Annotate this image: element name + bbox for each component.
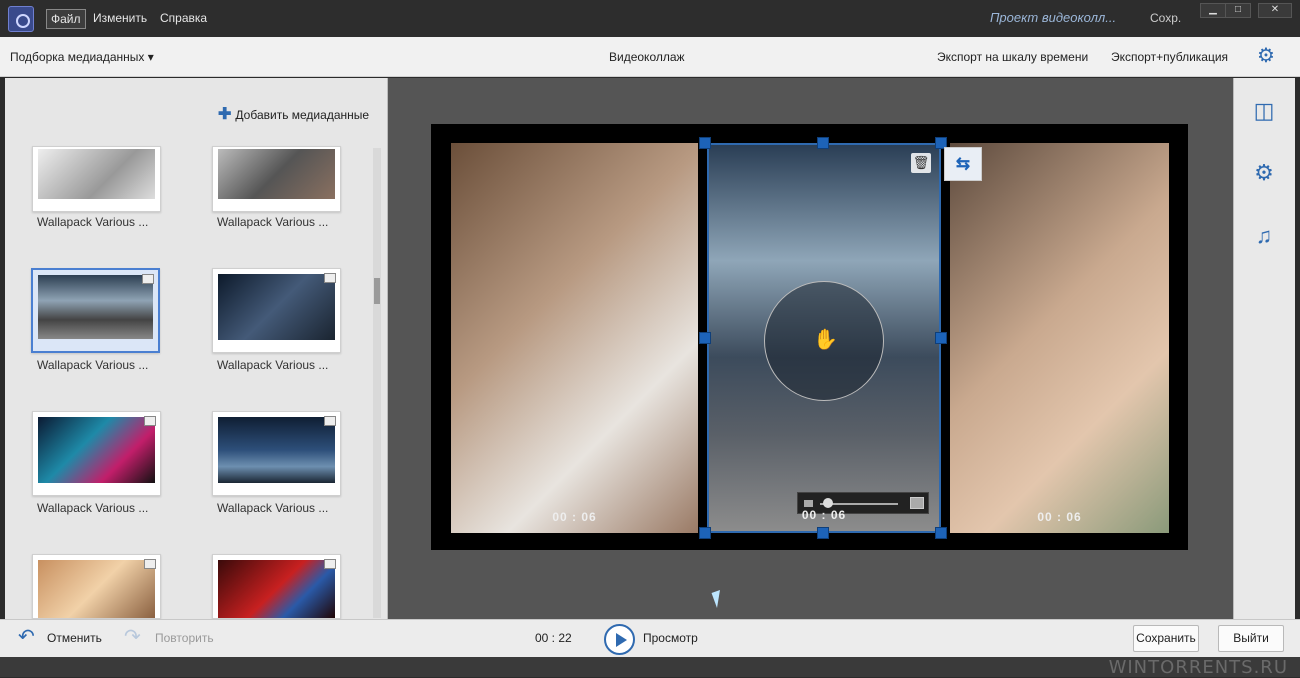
footer-strip: WINTORRENTS.RU [0, 657, 1300, 678]
save-button[interactable]: Сохранить [1133, 625, 1199, 652]
resize-handle[interactable] [817, 527, 829, 539]
media-thumb-label: Wallapack Various ... [37, 215, 149, 229]
title-bar: Файл Изменить Справка Проект видеоколл..… [0, 0, 1300, 37]
undo-button[interactable]: Отменить [47, 631, 102, 645]
collage-stage: 00 : 06 🗑 ✋ 00 : 06 00 : 06 ⇆ [388, 78, 1233, 619]
video-badge-icon [324, 273, 336, 283]
media-thumb-label: Wallapack Various ... [37, 358, 149, 372]
media-thumb-label: Wallapack Various ... [217, 501, 329, 515]
undo-icon[interactable]: ↶ [18, 624, 35, 649]
watermark: WINTORRENTS.RU [1108, 657, 1288, 678]
media-thumb[interactable] [212, 146, 341, 212]
media-selection-dropdown[interactable]: Подборка медиаданных ▾ [10, 50, 154, 64]
media-thumb-selected[interactable] [31, 268, 160, 353]
frame-duration: 00 : 06 [552, 510, 597, 524]
plus-icon: ✚ [218, 106, 232, 123]
frame-duration: 00 : 06 [1037, 510, 1082, 524]
media-thumb-label: Wallapack Various ... [217, 215, 329, 229]
collage-frame-1[interactable]: 00 : 06 [451, 143, 698, 533]
export-timeline-button[interactable]: Экспорт на шкалу времени [937, 50, 1088, 64]
thumb-image [38, 149, 155, 199]
right-tool-panel: ◫ ⚙ ♫ [1233, 78, 1295, 619]
media-thumb-label: Wallapack Various ... [37, 501, 149, 515]
zoom-out-icon[interactable] [804, 500, 813, 507]
mouse-cursor-icon [711, 589, 726, 609]
video-badge-icon [324, 416, 336, 426]
page-title: Видеоколлаж [609, 50, 685, 64]
add-media-button[interactable]: ✚ Добавить медиаданные [218, 104, 369, 124]
collage-frame-3[interactable]: 00 : 06 [950, 143, 1169, 533]
hand-icon: ✋ [813, 329, 838, 351]
thumb-image [38, 417, 155, 483]
thumb-image [218, 274, 335, 340]
media-thumb[interactable] [32, 554, 161, 619]
media-panel: ✚ Добавить медиаданные Wallapack Various … [5, 78, 388, 619]
redo-button[interactable]: Повторить [155, 631, 214, 645]
maximize-icon[interactable]: □ [1225, 3, 1251, 18]
play-icon[interactable] [604, 624, 635, 655]
music-note-icon[interactable]: ♫ [1251, 223, 1277, 249]
resize-handle[interactable] [699, 332, 711, 344]
gear-icon[interactable]: ⚙ [1255, 45, 1277, 67]
video-badge-icon [324, 559, 336, 569]
media-thumb[interactable] [212, 411, 341, 496]
saved-status: Сохр. [1150, 11, 1182, 25]
trash-icon[interactable]: 🗑 [911, 153, 931, 173]
minimize-icon[interactable]: ▁ [1200, 3, 1226, 18]
video-badge-icon [144, 416, 156, 426]
resize-handle[interactable] [699, 527, 711, 539]
resize-handle[interactable] [817, 137, 829, 149]
thumb-image [38, 275, 153, 339]
media-thumb[interactable] [32, 411, 161, 496]
resize-handle[interactable] [935, 527, 947, 539]
add-media-label: Добавить медиаданные [235, 108, 370, 122]
menu-file[interactable]: Файл [46, 9, 86, 29]
scrollbar-thumb[interactable] [374, 278, 380, 304]
exit-button[interactable]: Выйти [1218, 625, 1284, 652]
thumb-image [218, 417, 335, 483]
toolbar: Подборка медиаданных ▾ Видеоколлаж Экспо… [0, 37, 1300, 77]
media-scrollbar[interactable] [373, 148, 381, 618]
video-collage-app: Файл Изменить Справка Проект видеоколл..… [0, 0, 1300, 678]
video-badge-icon [144, 559, 156, 569]
thumb-image [218, 560, 335, 618]
thumb-image [38, 560, 155, 618]
media-thumb-label: Wallapack Various ... [217, 358, 329, 372]
menu-edit[interactable]: Изменить [89, 9, 151, 29]
pan-control[interactable]: ✋ [764, 281, 884, 401]
layout-icon[interactable]: ◫ [1251, 98, 1277, 124]
bottom-bar: ↶ Отменить ↷ Повторить 00 : 22 Просмотр … [0, 619, 1300, 657]
close-icon[interactable]: ✕ [1258, 3, 1292, 18]
menu-help[interactable]: Справка [156, 9, 211, 29]
total-duration: 00 : 22 [535, 631, 572, 645]
resize-handle[interactable] [699, 137, 711, 149]
export-publish-button[interactable]: Экспорт+публикация [1111, 50, 1228, 64]
zoom-knob[interactable] [823, 498, 833, 508]
gear-play-icon[interactable]: ⚙ [1251, 160, 1277, 186]
media-thumb[interactable] [212, 554, 341, 619]
resize-handle[interactable] [935, 332, 947, 344]
media-thumb[interactable] [212, 268, 341, 353]
preview-button[interactable]: Просмотр [643, 631, 698, 645]
video-badge-icon [142, 274, 154, 284]
app-logo-icon [8, 6, 34, 32]
thumb-image [218, 149, 335, 199]
project-title: Проект видеоколл... [990, 10, 1117, 25]
collage-frame-2-selected[interactable]: 🗑 ✋ 00 : 06 [707, 143, 941, 533]
frame-duration: 00 : 06 [801, 508, 847, 522]
redo-icon[interactable]: ↷ [124, 624, 141, 649]
collage-canvas: 00 : 06 🗑 ✋ 00 : 06 00 : 06 ⇆ [431, 124, 1188, 550]
media-thumb[interactable] [32, 146, 161, 212]
swap-icon[interactable]: ⇆ [944, 147, 982, 181]
